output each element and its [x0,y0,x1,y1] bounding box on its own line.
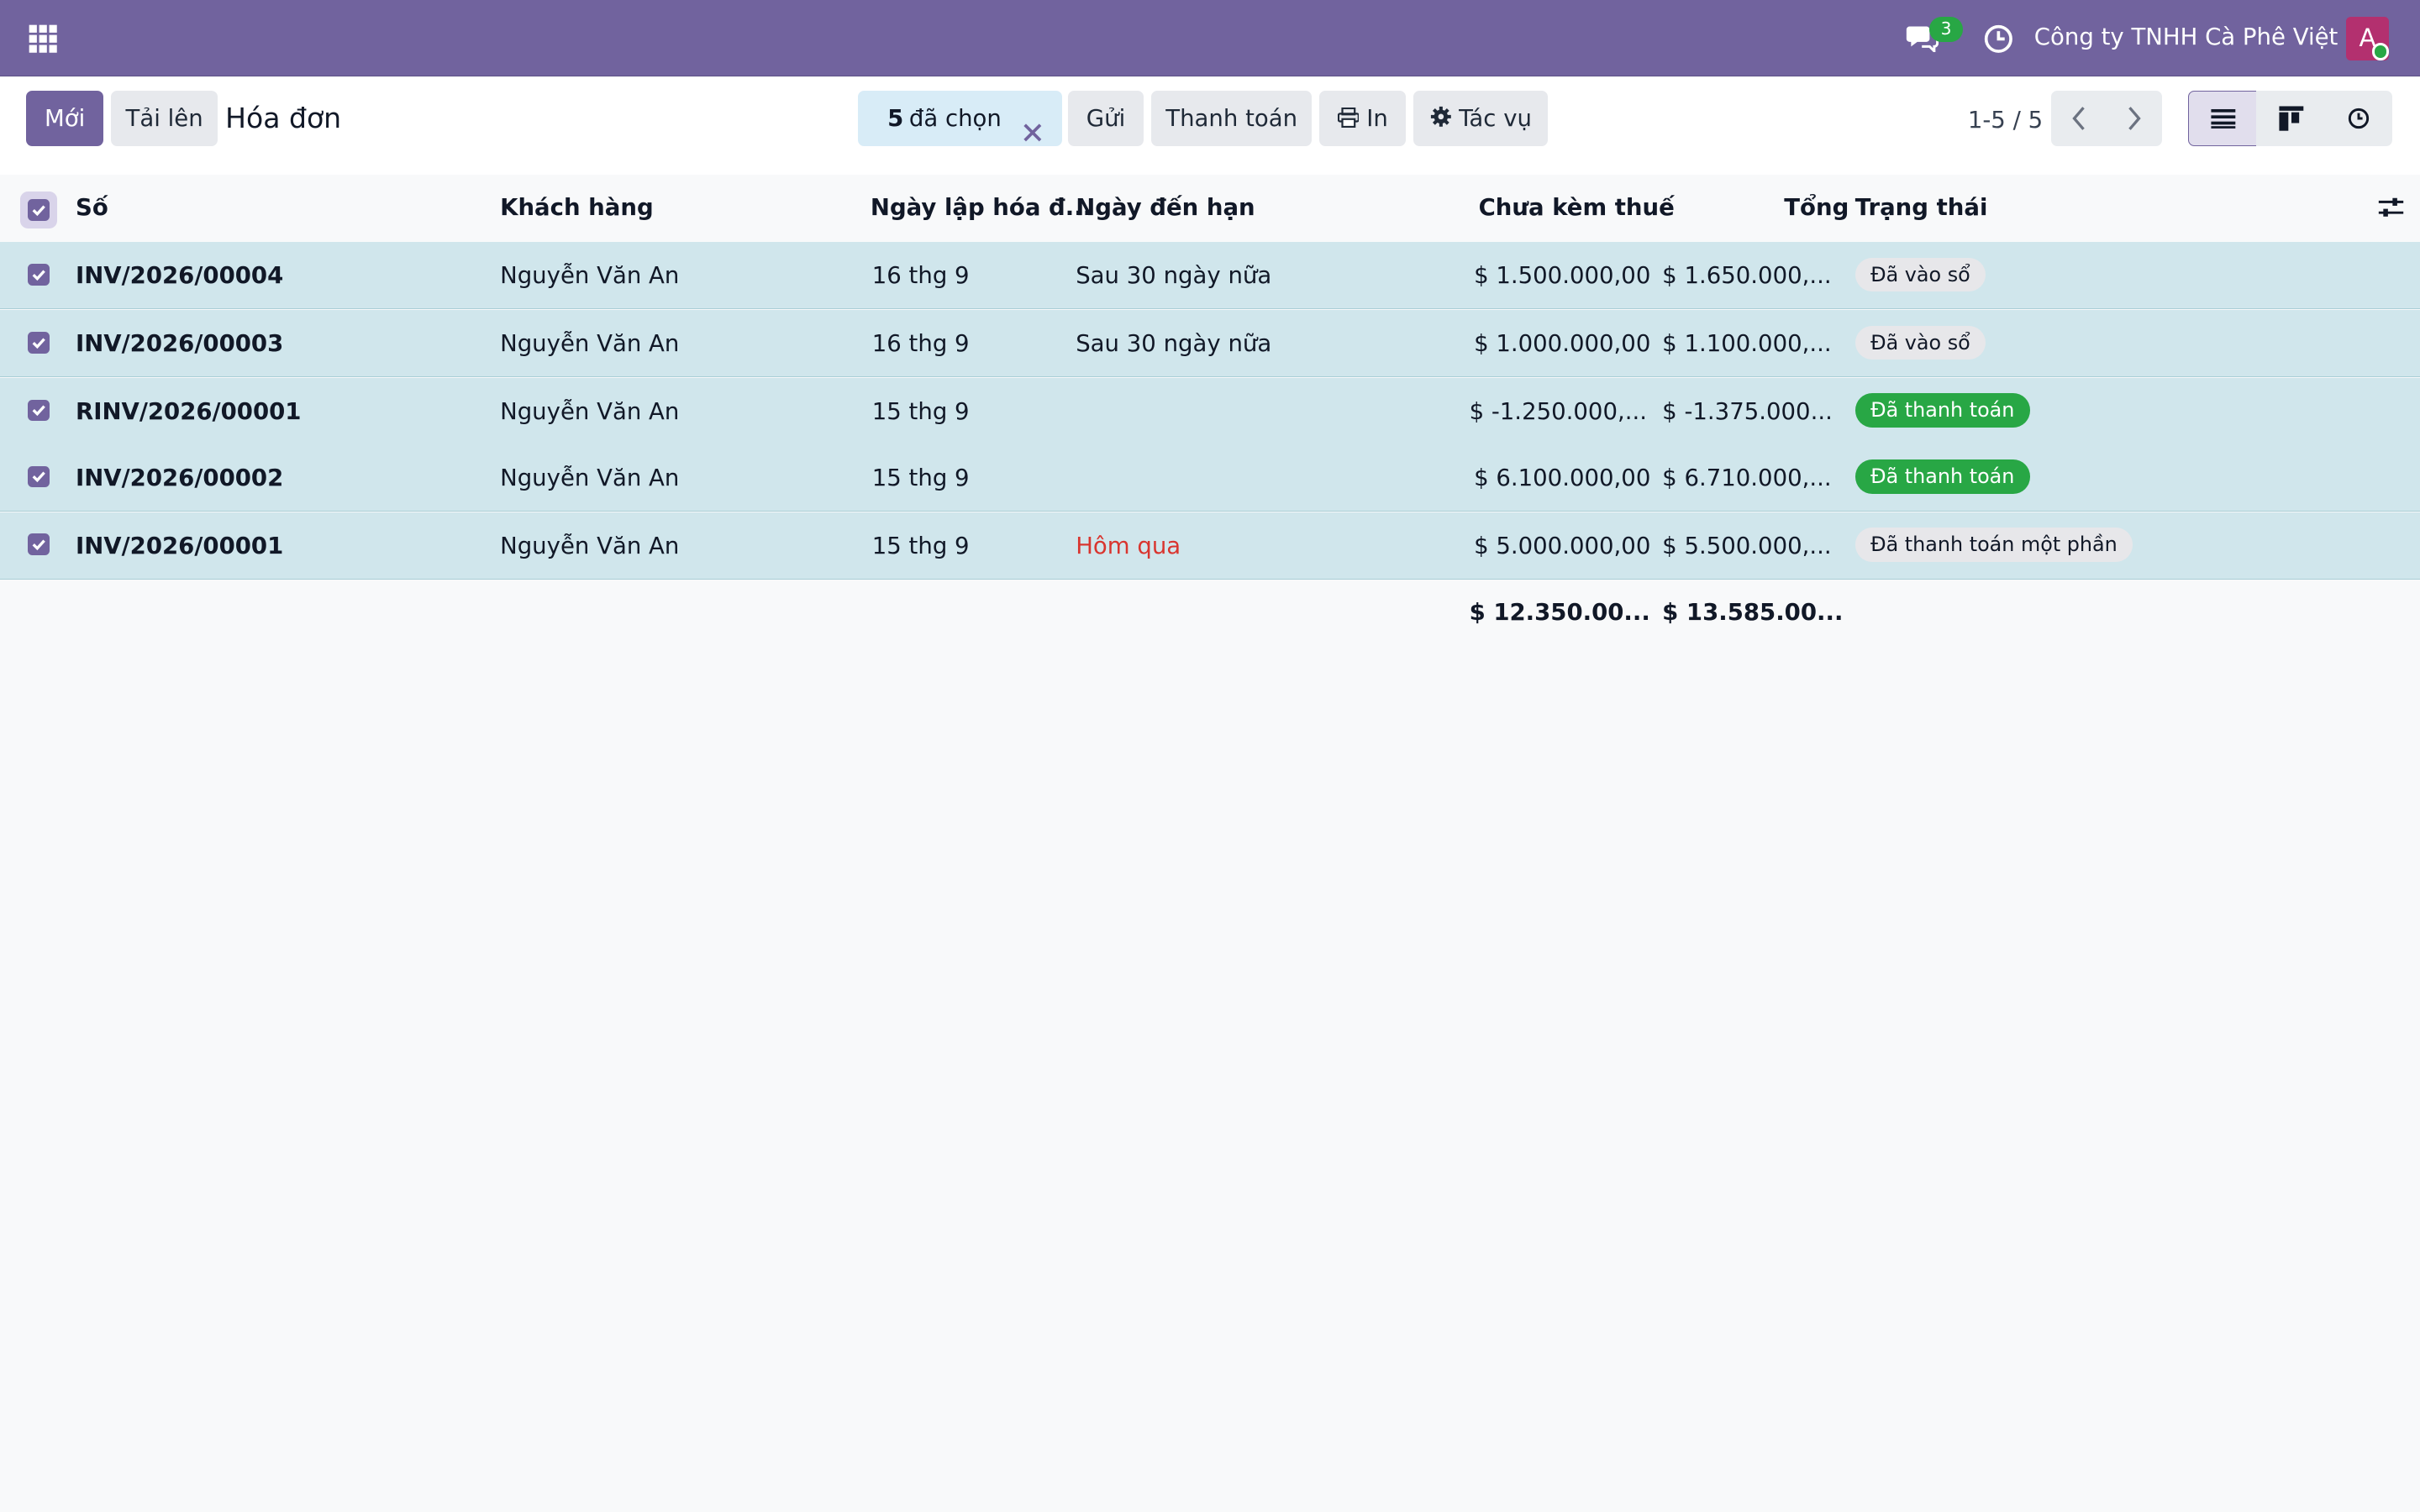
chevron-left-icon [2072,107,2085,131]
top-navbar: 3 Công ty TNHH Cà Phê Việt A [0,0,2420,76]
due-date-overdue: Hôm qua [1076,532,1181,559]
column-header-number[interactable]: Số [76,194,108,221]
total-amount: $ -1.375.000... [1662,397,1833,425]
total-untaxed-sum: $ 12.350.00... [1469,598,1650,626]
selected-count: 5 [887,105,904,133]
invoice-date: 15 thg 9 [871,464,970,491]
pager-next-button[interactable] [2107,91,2163,147]
table-row[interactable]: INV/2026/00002 Nguyễn Văn An 15 thg 9 $ … [0,444,2420,512]
upload-button[interactable]: Tải lên [111,91,218,147]
actions-label: Tác vụ [1459,105,1532,133]
send-button[interactable]: Gửi [1068,91,1144,147]
untaxed-amount: $ -1.250.000,... [1469,397,1648,425]
activity-view-button[interactable] [2325,91,2392,147]
column-header-due-date[interactable]: Ngày đến hạn [1076,194,1255,221]
list-view-button[interactable] [2188,91,2259,147]
print-button[interactable]: In [1319,91,1407,147]
row-checkbox[interactable] [28,399,50,422]
status-badge: Đã thanh toán [1854,459,2030,494]
table-totals-row: $ 12.350.00... $ 13.585.00... [0,580,2420,648]
column-header-total[interactable]: Tổng [1784,194,1849,221]
company-switcher[interactable]: Công ty TNHH Cà Phê Việt [2034,24,2338,50]
list-icon [2211,109,2236,129]
customer-name: Nguyễn Văn An [500,532,680,559]
customer-name: Nguyễn Văn An [500,262,680,290]
total-amount: $ 1.650.000,... [1662,262,1832,290]
clear-selection-close-icon[interactable] [1022,108,1044,142]
column-header-untaxed[interactable]: Chưa kèm thuế [1479,194,1675,221]
total-amount: $ 6.710.000,... [1662,464,1832,491]
table-row[interactable]: INV/2026/00004 Nguyễn Văn An 16 thg 9 Sa… [0,242,2420,310]
untaxed-amount: $ 1.500.000,00 [1474,262,1651,290]
kanban-icon [2278,106,2304,132]
invoice-date: 16 thg 9 [871,330,970,358]
print-label: In [1366,105,1388,133]
untaxed-amount: $ 6.100.000,00 [1474,464,1651,491]
column-header-invoice-date[interactable]: Ngày lập hóa đ... [871,194,1092,221]
invoice-date: 15 thg 9 [871,397,970,425]
table-row[interactable]: RINV/2026/00001 Nguyễn Văn An 15 thg 9 $… [0,377,2420,445]
table-header: Số Khách hàng Ngày lập hóa đ... Ngày đến… [0,174,2420,244]
pager-previous-button[interactable] [2051,91,2107,147]
column-header-status[interactable]: Trạng thái [1855,194,1988,221]
status-badge: Đã vào sổ [1854,325,1986,360]
kanban-view-button[interactable] [2256,91,2326,147]
invoice-number: INV/2026/00003 [75,330,284,358]
untaxed-amount: $ 5.000.000,00 [1474,532,1651,559]
status-badge: Đã vào sổ [1854,257,1986,292]
invoice-number: RINV/2026/00001 [75,397,302,425]
untaxed-amount: $ 1.000.000,00 [1474,330,1651,358]
due-date: Sau 30 ngày nữa [1076,262,1272,290]
online-status-dot [2372,43,2390,60]
checkbox-checked-icon [28,198,50,221]
total-amount-sum: $ 13.585.00... [1662,598,1844,626]
gear-icon [1430,107,1451,128]
customer-name: Nguyễn Văn An [500,330,680,358]
activity-clock-icon[interactable] [1983,24,2014,55]
table-row[interactable]: INV/2026/00001 Nguyễn Văn An 15 thg 9 Hô… [0,512,2420,580]
payment-button[interactable]: Thanh toán [1151,91,1313,147]
column-header-customer[interactable]: Khách hàng [500,194,654,221]
row-checkbox[interactable] [28,533,50,556]
status-badge: Đã thanh toán một phần [1854,528,2133,562]
total-amount: $ 1.100.000,... [1662,330,1832,358]
select-all-checkbox[interactable] [19,191,57,228]
invoice-number: INV/2026/00001 [75,532,284,559]
row-checkbox[interactable] [28,264,50,286]
clock-icon [2349,108,2370,129]
row-checkbox[interactable] [28,465,50,488]
pager-value[interactable]: 1-5 / 5 [1968,107,2043,134]
printer-icon [1337,108,1360,129]
customer-name: Nguyễn Văn An [500,464,680,491]
new-button[interactable]: Mới [26,91,104,147]
selected-label: đã chọn [908,105,1002,133]
due-date: Sau 30 ngày nữa [1076,330,1272,358]
invoice-date: 15 thg 9 [871,532,970,559]
app-menu-grid-icon[interactable] [26,22,60,55]
actions-button[interactable]: Tác vụ [1413,91,1549,147]
status-badge: Đã thanh toán [1854,393,2030,428]
total-amount: $ 5.500.000,... [1662,532,1832,559]
page-title: Hóa đơn [225,102,342,135]
customer-name: Nguyễn Văn An [500,397,680,425]
chat-count-badge: 3 [1928,17,1964,42]
table-row[interactable]: INV/2026/00003 Nguyễn Văn An 16 thg 9 Sa… [0,310,2420,378]
invoice-date: 16 thg 9 [871,262,970,290]
row-checkbox[interactable] [28,331,50,354]
optional-columns-sliders-icon[interactable] [2377,196,2405,220]
selection-indicator: 5 đã chọn [858,91,1062,147]
control-panel: Mới Tải lên Hóa đơn 5 đã chọn Gửi Thanh … [0,76,2420,176]
invoice-number: INV/2026/00004 [75,262,284,290]
invoice-number: INV/2026/00002 [75,464,284,491]
chevron-right-icon [2128,107,2141,131]
